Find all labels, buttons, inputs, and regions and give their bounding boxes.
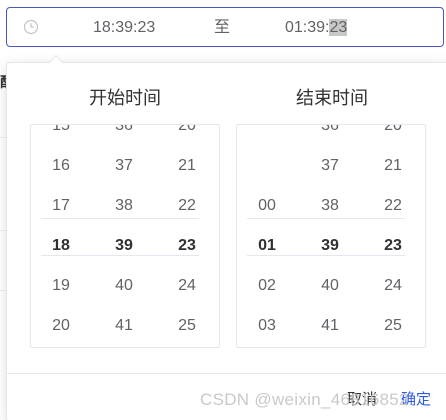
hour-option[interactable]: 16 (31, 146, 91, 186)
second-column[interactable]: 20 21 22 23 24 25 (363, 125, 423, 347)
minute-option[interactable]: 37 (94, 146, 154, 186)
range-separator: 至 (214, 19, 231, 36)
second-option[interactable]: 25 (157, 306, 217, 346)
watermark: CSDN @weixin_46816852 (200, 390, 409, 409)
range-start-value[interactable]: 18:39:23 (93, 18, 155, 38)
second-option[interactable]: 20 (157, 125, 217, 146)
minute-column[interactable]: 36 37 38 39 40 41 (94, 125, 154, 347)
hour-option[interactable]: 02 (237, 266, 297, 306)
end-time-header: 结束时间 (296, 88, 368, 108)
second-option[interactable]: 22 (157, 186, 217, 226)
hour-option[interactable]: 20 (31, 306, 91, 346)
time-range-picker-panel: 开始时间 结束时间 15 16 17 18 19 20 36 37 38 39 … (6, 54, 446, 420)
second-option[interactable]: 20 (363, 125, 423, 146)
second-option-selected[interactable]: 23 (157, 226, 217, 266)
range-end-selected-seconds: 23 (329, 19, 348, 36)
second-option[interactable]: 21 (363, 146, 423, 186)
second-option[interactable]: 21 (157, 146, 217, 186)
hour-option[interactable]: 00 (237, 186, 297, 226)
popover-arrow (48, 54, 64, 70)
minute-option[interactable]: 38 (94, 186, 154, 226)
clock-icon (23, 19, 39, 35)
hour-option[interactable]: 03 (237, 306, 297, 346)
minute-option[interactable]: 40 (94, 266, 154, 306)
minute-option-selected[interactable]: 39 (300, 226, 360, 266)
second-option[interactable]: 22 (363, 186, 423, 226)
hour-option[interactable]: 17 (31, 186, 91, 226)
hour-option-selected[interactable]: 01 (237, 226, 297, 266)
minute-option[interactable]: 36 (94, 125, 154, 146)
start-time-spinner: 15 16 17 18 19 20 36 37 38 39 40 41 20 2… (30, 124, 220, 348)
minute-option[interactable]: 37 (300, 146, 360, 186)
second-option[interactable]: 24 (363, 266, 423, 306)
footer-divider (7, 373, 446, 374)
hour-option[interactable]: 19 (31, 266, 91, 306)
minute-option[interactable]: 38 (300, 186, 360, 226)
end-time-spinner: 00 01 02 03 36 37 38 39 40 41 20 21 22 2… (236, 124, 426, 348)
range-end-value[interactable]: 01:39:23 (285, 18, 348, 38)
time-range-input[interactable]: 18:39:23 至 01:39:23 (6, 7, 444, 47)
range-end-prefix: 01:39: (285, 19, 330, 36)
hour-column[interactable]: 15 16 17 18 19 20 (31, 125, 91, 347)
second-option[interactable]: 24 (157, 266, 217, 306)
second-option-selected[interactable]: 23 (363, 226, 423, 266)
minute-option-selected[interactable]: 39 (94, 226, 154, 266)
hour-option[interactable] (237, 146, 297, 186)
hour-option-selected[interactable]: 18 (31, 226, 91, 266)
hour-option[interactable]: 15 (31, 125, 91, 146)
hour-column[interactable]: 00 01 02 03 (237, 125, 297, 347)
minute-option[interactable]: 40 (300, 266, 360, 306)
hour-option[interactable] (237, 125, 297, 146)
second-option[interactable]: 25 (363, 306, 423, 346)
minute-option[interactable]: 41 (94, 306, 154, 346)
start-time-header: 开始时间 (89, 88, 161, 108)
minute-column[interactable]: 36 37 38 39 40 41 (300, 125, 360, 347)
minute-option[interactable]: 36 (300, 125, 360, 146)
second-column[interactable]: 20 21 22 23 24 25 (157, 125, 217, 347)
minute-option[interactable]: 41 (300, 306, 360, 346)
